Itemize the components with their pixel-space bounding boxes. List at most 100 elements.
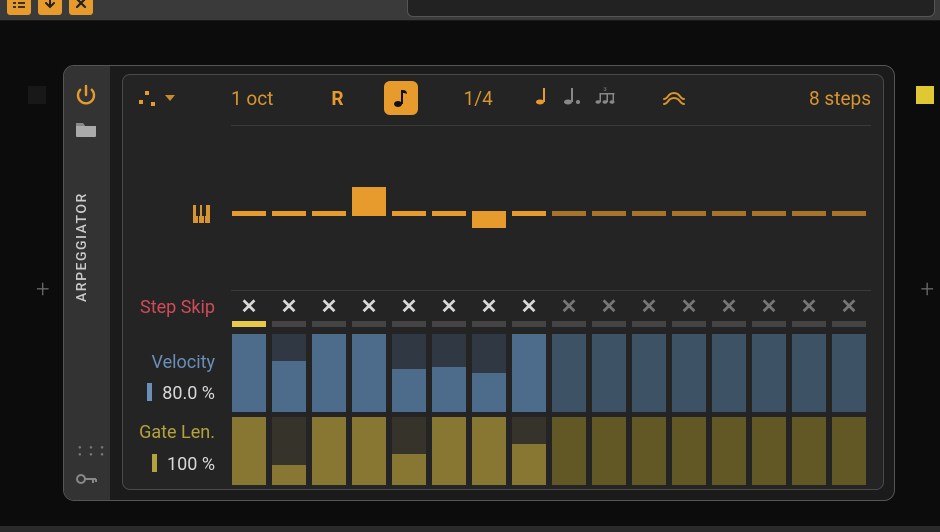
pitch-step[interactable] xyxy=(471,151,507,271)
velocity-step[interactable] xyxy=(672,334,706,412)
velocity-step[interactable] xyxy=(592,334,626,412)
gate-step[interactable] xyxy=(832,417,866,485)
step-position-indicator xyxy=(392,321,426,327)
device-drag-handle[interactable]: ● ● ●● ● ● xyxy=(78,444,107,458)
gate-step[interactable] xyxy=(272,417,306,485)
power-button[interactable] xyxy=(74,83,98,107)
velocity-step[interactable] xyxy=(272,334,306,412)
step-skip-toggle[interactable]: ✕ xyxy=(231,294,267,318)
pitch-step[interactable] xyxy=(751,151,787,271)
velocity-step[interactable] xyxy=(392,334,426,412)
pitch-step[interactable] xyxy=(831,151,867,271)
velocity-step[interactable] xyxy=(792,334,826,412)
step-skip-toggle[interactable]: ✕ xyxy=(671,294,707,318)
gate-step[interactable] xyxy=(592,417,626,485)
pitch-step[interactable] xyxy=(311,151,347,271)
rate-mode-note-button[interactable] xyxy=(384,81,418,115)
step-skip-toggle[interactable]: ✕ xyxy=(751,294,787,318)
toolbar-close-button[interactable] xyxy=(69,0,93,15)
step-skip-label: Step Skip xyxy=(140,297,215,318)
step-skip-toggle[interactable]: ✕ xyxy=(591,294,627,318)
gate-step[interactable] xyxy=(312,417,346,485)
timing-straight-button[interactable] xyxy=(535,87,549,110)
velocity-value[interactable]: 80.0 % xyxy=(147,383,215,404)
pitch-step[interactable] xyxy=(711,151,747,271)
device-header: 1 oct R 1/4 3 8 steps xyxy=(135,81,871,115)
shuffle-button[interactable] xyxy=(663,81,685,115)
pitch-step[interactable] xyxy=(591,151,627,271)
gate-step[interactable] xyxy=(232,417,266,485)
velocity-step[interactable] xyxy=(472,334,506,412)
retrigger-button[interactable]: R xyxy=(331,81,343,115)
step-position-indicator xyxy=(312,321,346,327)
timing-triplet-button[interactable]: 3 xyxy=(595,87,615,110)
remote-controls-button[interactable] xyxy=(76,471,98,490)
step-skip-toggle[interactable]: ✕ xyxy=(711,294,747,318)
toolbar-list-button[interactable] xyxy=(7,0,31,15)
toolbar-field[interactable] xyxy=(407,0,935,17)
velocity-step[interactable] xyxy=(752,334,786,412)
pitch-step[interactable] xyxy=(511,151,547,271)
step-skip-toggle[interactable]: ✕ xyxy=(511,294,547,318)
velocity-step[interactable] xyxy=(552,334,586,412)
step-column: ✕ xyxy=(831,127,867,483)
timing-dotted-button[interactable] xyxy=(563,87,581,110)
gate-step[interactable] xyxy=(672,417,706,485)
step-column: ✕ xyxy=(271,127,307,483)
octave-range[interactable]: 1 oct xyxy=(231,81,273,115)
step-column: ✕ xyxy=(671,127,707,483)
velocity-step[interactable] xyxy=(712,334,746,412)
gate-value[interactable]: 100 % xyxy=(152,454,215,475)
velocity-step[interactable] xyxy=(512,334,546,412)
step-skip-toggle[interactable]: ✕ xyxy=(471,294,507,318)
pitch-step[interactable] xyxy=(391,151,427,271)
gate-step[interactable] xyxy=(512,417,546,485)
pitch-step[interactable] xyxy=(271,151,307,271)
gate-step[interactable] xyxy=(432,417,466,485)
arp-pattern-button[interactable] xyxy=(135,81,159,115)
step-skip-toggle[interactable]: ✕ xyxy=(831,294,867,318)
toolbar-down-button[interactable] xyxy=(38,0,62,15)
pitch-step[interactable] xyxy=(231,151,267,271)
step-position-indicator xyxy=(272,321,306,327)
arp-pattern-dropdown[interactable] xyxy=(159,81,181,115)
device-sidebar: ARPEGGIATOR ● ● ●● ● ● xyxy=(64,66,110,500)
preset-folder-button[interactable] xyxy=(75,120,97,138)
add-device-before-button[interactable]: + xyxy=(36,275,50,303)
velocity-step[interactable] xyxy=(432,334,466,412)
gate-step[interactable] xyxy=(552,417,586,485)
step-skip-toggle[interactable]: ✕ xyxy=(391,294,427,318)
velocity-step[interactable] xyxy=(832,334,866,412)
velocity-step[interactable] xyxy=(312,334,346,412)
pitch-step[interactable] xyxy=(351,151,387,271)
step-column: ✕ xyxy=(711,127,747,483)
gate-step[interactable] xyxy=(352,417,386,485)
pitch-step[interactable] xyxy=(551,151,587,271)
velocity-step[interactable] xyxy=(232,334,266,412)
step-skip-toggle[interactable]: ✕ xyxy=(791,294,827,318)
gate-step[interactable] xyxy=(712,417,746,485)
gate-step[interactable] xyxy=(392,417,426,485)
pitch-step[interactable] xyxy=(631,151,667,271)
gate-step[interactable] xyxy=(632,417,666,485)
gate-step[interactable] xyxy=(752,417,786,485)
pitch-step[interactable] xyxy=(431,151,467,271)
step-count[interactable]: 8 steps xyxy=(809,81,871,115)
velocity-step[interactable] xyxy=(352,334,386,412)
add-device-after-button[interactable]: + xyxy=(920,275,934,303)
step-skip-toggle[interactable]: ✕ xyxy=(271,294,307,318)
step-skip-toggle[interactable]: ✕ xyxy=(311,294,347,318)
step-skip-toggle[interactable]: ✕ xyxy=(431,294,467,318)
rate-division[interactable]: 1/4 xyxy=(464,81,493,115)
step-skip-toggle[interactable]: ✕ xyxy=(551,294,587,318)
pitch-step[interactable] xyxy=(791,151,827,271)
gate-step[interactable] xyxy=(472,417,506,485)
velocity-step[interactable] xyxy=(632,334,666,412)
step-column: ✕ xyxy=(311,127,347,483)
step-column: ✕ xyxy=(431,127,467,483)
gate-step[interactable] xyxy=(792,417,826,485)
step-position-indicator xyxy=(712,321,746,327)
step-skip-toggle[interactable]: ✕ xyxy=(351,294,387,318)
pitch-step[interactable] xyxy=(671,151,707,271)
step-skip-toggle[interactable]: ✕ xyxy=(631,294,667,318)
